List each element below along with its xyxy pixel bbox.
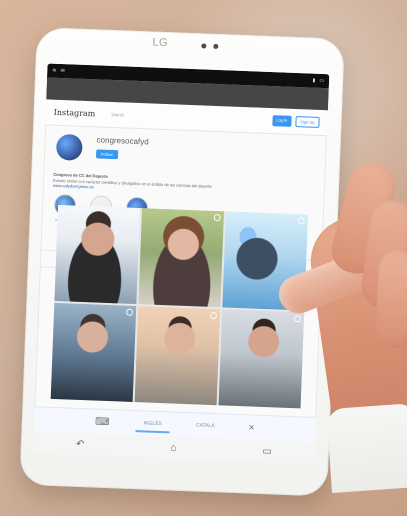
login-button[interactable]: Log In — [271, 115, 292, 127]
language-english[interactable]: INGLÉS — [143, 420, 162, 427]
front-camera-icon — [201, 43, 207, 49]
hand — [273, 157, 407, 494]
keyboard-icon[interactable]: ⌨ — [95, 416, 110, 428]
signal-icon: ▮ — [312, 77, 316, 84]
search-field[interactable]: Search — [111, 112, 124, 117]
back-icon[interactable]: ↶ — [76, 438, 85, 449]
recent-apps-icon[interactable]: ▭ — [262, 445, 272, 456]
post-thumbnail[interactable] — [134, 306, 221, 406]
wifi-icon: ≋ — [52, 67, 57, 74]
header-actions: Log In Sign Up — [271, 115, 320, 128]
status-left-icons: ≋ ✉ — [52, 68, 65, 74]
language-catalan[interactable]: CATALÁ — [196, 422, 215, 429]
finger — [374, 249, 407, 349]
battery-icon: ▭ — [319, 77, 325, 85]
instagram-logo[interactable]: Instagram — [54, 108, 96, 119]
keyboard-close-icon[interactable]: × — [248, 422, 254, 433]
sleeve — [326, 402, 407, 494]
profile-avatar[interactable] — [55, 133, 83, 161]
signup-button[interactable]: Sign Up — [295, 116, 320, 128]
photo-scene: LG ≋ ✉ ▮ ▭ Instagram Search Log In Sign … — [0, 0, 407, 516]
profile-username: congresocafyd — [96, 135, 149, 147]
follow-button[interactable]: Follow — [95, 149, 118, 160]
status-right-icons: ▮ ▭ — [312, 78, 324, 84]
mail-icon: ✉ — [60, 67, 65, 75]
post-thumbnail[interactable] — [50, 302, 137, 402]
home-icon[interactable]: ⌂ — [170, 442, 176, 453]
profile-bio: Congreso de CC del Deporte Evento online… — [53, 172, 283, 198]
post-thumbnail[interactable] — [54, 204, 141, 305]
post-grid — [50, 204, 308, 409]
device-brand: LG — [152, 36, 169, 50]
sensor-icon — [213, 43, 219, 50]
post-thumbnail[interactable] — [138, 208, 225, 308]
